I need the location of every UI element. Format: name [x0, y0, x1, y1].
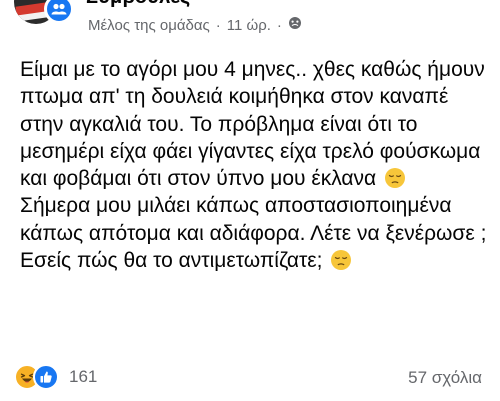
post-timestamp[interactable]: 11 ώρ.	[227, 17, 271, 34]
reactions-summary[interactable]: 161	[14, 364, 97, 390]
post-paragraph-2-text: Σήμερα μου μιλάει κάπως αποστασιοποιημέν…	[20, 194, 487, 273]
post-paragraph-1: Είμαι με το αγόρι μου 4 μηνες.. χθες καθ…	[20, 56, 490, 192]
group-members-icon	[44, 0, 74, 24]
pensive-face-emoji	[385, 168, 406, 189]
comments-count-link[interactable]: 57 σχόλια	[408, 368, 482, 388]
post-footer: 161 57 σχόλια	[0, 360, 500, 396]
pensive-face-emoji	[331, 250, 352, 271]
post-meta: Μέλος της ομάδας · 11 ώρ. ·	[88, 16, 302, 34]
post-paragraph-1-text: Είμαι με το αγόρι μου 4 μηνες.. χθες καθ…	[20, 58, 485, 191]
meta-separator-2: ·	[276, 16, 282, 34]
post-text: Είμαι με το αγόρι μου 4 μηνες.. χθες καθ…	[20, 56, 490, 274]
reaction-count: 161	[69, 367, 98, 386]
group-privacy-icon	[288, 16, 302, 34]
like-reaction-icon	[33, 364, 59, 390]
group-name-link[interactable]: Συμβουλές	[86, 0, 190, 9]
member-role: Μέλος της ομάδας	[88, 16, 210, 34]
post-card: Συμβουλές Μέλος της ομάδας · 11 ώρ. · Εί…	[0, 0, 500, 401]
post-paragraph-2: Σήμερα μου μιλάει κάπως αποστασιοποιημέν…	[20, 192, 490, 274]
meta-separator: ·	[215, 16, 221, 34]
post-header: Συμβουλές Μέλος της ομάδας · 11 ώρ. ·	[0, 0, 500, 48]
